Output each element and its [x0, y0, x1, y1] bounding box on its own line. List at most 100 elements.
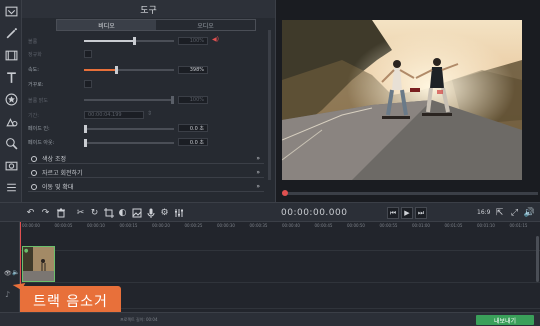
cut-icon[interactable]: ✂: [75, 207, 86, 218]
video-clip[interactable]: ●: [22, 246, 55, 282]
normalize-label: 정규화: [28, 51, 42, 58]
star-icon[interactable]: [0, 88, 22, 110]
tool-sidebar: [0, 0, 22, 202]
ruler-tick-label: 00:01:15: [509, 223, 528, 228]
camera-icon[interactable]: [0, 154, 22, 176]
radio-icon: [31, 169, 37, 176]
section-color-adjust[interactable]: 색상 조정 »: [28, 154, 264, 164]
prev-frame-button[interactable]: ⏮: [387, 207, 399, 219]
zoom-icon[interactable]: [0, 132, 22, 154]
preview-panel: [276, 0, 540, 202]
tab-audio[interactable]: 오디오: [156, 20, 255, 30]
detach-icon[interactable]: ⇱: [494, 207, 505, 218]
fade-out-value[interactable]: 0.0 초: [178, 138, 208, 146]
timeline-ruler[interactable]: 00:00:00 00:00:05 00:00:10 00:00:15 00:00:20…: [20, 222, 540, 231]
next-frame-button[interactable]: ⏭: [415, 207, 427, 219]
ruler-tick-label: 00:00:00: [22, 223, 40, 228]
ruler-tick-label: 00:00:10: [87, 223, 105, 228]
seek-bar[interactable]: [282, 190, 538, 196]
speed-slider-fill: [84, 69, 116, 71]
volume-slider-knob[interactable]: [132, 37, 136, 45]
brightness-slider-knob[interactable]: [171, 96, 174, 104]
speed-slider-knob[interactable]: [114, 66, 118, 74]
rotate-icon[interactable]: ↻: [89, 207, 100, 218]
fade-out-row: 페이드 아웃:: [28, 137, 84, 147]
fade-in-value[interactable]: 0.0 초: [178, 124, 208, 132]
image-icon[interactable]: [131, 207, 142, 218]
redo-icon[interactable]: ↷: [40, 207, 51, 218]
equalizer-icon[interactable]: [173, 207, 184, 218]
section-pan-zoom[interactable]: 이동 및 확대 »: [28, 182, 264, 192]
duration-field[interactable]: 00:00:04.199: [84, 111, 144, 119]
filmstrip-icon[interactable]: [0, 44, 22, 66]
duration-stepper[interactable]: ⇕: [147, 110, 152, 117]
list-icon[interactable]: [0, 176, 22, 198]
timecode-display: 00:00:00.000: [281, 208, 348, 218]
normalize-checkbox[interactable]: [84, 50, 92, 58]
fade-out-label: 페이드 아웃:: [28, 139, 55, 146]
tab-video[interactable]: 비디오: [57, 20, 156, 30]
timeline-scrollbar[interactable]: [536, 236, 539, 282]
ruler-tick-label: 00:00:25: [184, 223, 203, 228]
project-length: 프로젝트 길이: 00:04: [120, 317, 158, 322]
ruler-tick-label: 00:00:35: [249, 223, 268, 228]
section-label: 색상 조정: [42, 156, 66, 163]
title-track: [20, 231, 540, 251]
trash-icon[interactable]: [55, 207, 66, 218]
fullscreen-icon[interactable]: ⤢: [509, 207, 520, 218]
export-button[interactable]: 내보내기: [476, 315, 534, 325]
fade-in-row: 페이드 인:: [28, 123, 84, 133]
microphone-icon[interactable]: [145, 207, 156, 218]
brightness-row: 볼륨 밝도: [28, 95, 84, 105]
play-button[interactable]: ▶: [401, 207, 413, 219]
fade-in-knob[interactable]: [84, 125, 87, 133]
speed-row: 속도:: [28, 64, 84, 74]
shapes-icon[interactable]: [0, 110, 22, 132]
fade-in-slider[interactable]: [84, 125, 174, 133]
undo-icon[interactable]: ↶: [25, 207, 36, 218]
reverse-row: 거꾸로:: [28, 79, 84, 89]
volume-value[interactable]: 100%: [178, 37, 208, 45]
crop-icon[interactable]: [103, 207, 114, 218]
eye-icon[interactable]: 👁: [4, 270, 12, 277]
ruler-tick-label: 00:00:20: [152, 223, 170, 228]
gear-icon[interactable]: ⚙: [159, 207, 170, 218]
brightness-value[interactable]: 100%: [178, 96, 208, 104]
reverse-label: 거꾸로:: [28, 81, 44, 88]
fade-out-knob[interactable]: [84, 139, 87, 147]
import-icon[interactable]: [0, 0, 22, 22]
ruler-tick-label: 00:01:05: [444, 223, 463, 228]
seek-knob[interactable]: [282, 190, 288, 196]
aspect-ratio-selector[interactable]: 16:9: [477, 209, 490, 216]
volume-label: 볼륨: [28, 38, 38, 45]
ruler-tick-label: 00:00:15: [119, 223, 138, 228]
section-crop-rotate[interactable]: 자르고 회전하기 »: [28, 168, 264, 178]
volume-slider[interactable]: [84, 37, 174, 45]
speaker-icon[interactable]: 🔈: [12, 269, 19, 276]
status-bar: 프로젝트 길이: 00:04 내보내기: [0, 312, 540, 326]
chevron-right-icon: »: [256, 183, 260, 190]
speaker-icon[interactable]: ◀): [212, 36, 219, 43]
panel-title: 도구: [22, 0, 275, 18]
volume-slider-fill: [84, 40, 134, 42]
speed-slider[interactable]: [84, 66, 174, 74]
normalize-row: 정규화: [28, 49, 84, 59]
panel-scrollbar[interactable]: [268, 30, 271, 180]
magic-wand-icon[interactable]: [0, 22, 22, 44]
panel-tabs: 비디오 오디오: [56, 19, 256, 31]
speed-value[interactable]: 398%: [178, 66, 208, 74]
brightness-label: 볼륨 밝도: [28, 97, 48, 104]
section-label: 이동 및 확대: [42, 184, 74, 191]
text-icon[interactable]: [0, 66, 22, 88]
ruler-tick-label: 00:00:55: [379, 223, 398, 228]
section-label: 자르고 회전하기: [42, 170, 83, 177]
fade-in-label: 페이드 인:: [28, 125, 50, 132]
color-icon[interactable]: ◐: [117, 207, 128, 218]
fade-out-slider[interactable]: [84, 139, 174, 147]
ruler-tick-label: 00:00:05: [54, 223, 73, 228]
video-frame: [282, 20, 522, 180]
video-editor-window: 도구 비디오 오디오 볼륨 100% ◀) 정규화 속도: 398% 거꾸로: …: [0, 0, 540, 326]
reverse-checkbox[interactable]: [84, 80, 92, 88]
volume-icon[interactable]: 🔊: [524, 207, 535, 218]
brightness-slider[interactable]: [84, 96, 174, 104]
